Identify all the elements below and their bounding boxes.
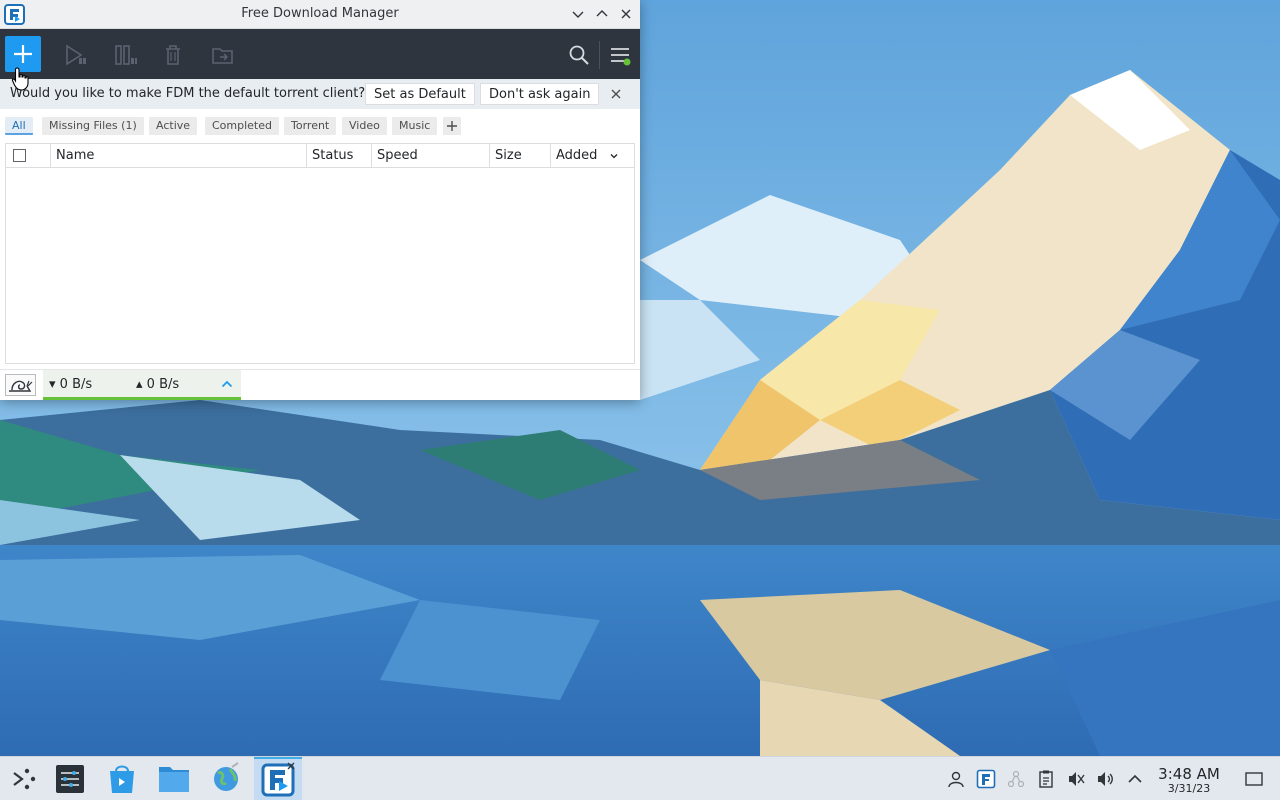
snail-icon xyxy=(9,380,33,392)
system-settings-icon xyxy=(56,765,84,793)
filter-missing-files[interactable]: Missing Files (1) xyxy=(42,117,144,135)
taskbar-web-browser[interactable] xyxy=(202,757,250,800)
column-added[interactable]: Added xyxy=(551,144,634,168)
taskbar-free-download-manager[interactable] xyxy=(254,757,302,800)
delete-button[interactable] xyxy=(160,43,186,67)
resume-icon xyxy=(66,44,86,66)
clipboard-icon[interactable] xyxy=(1036,769,1056,789)
downloads-table: Name Status Speed Size Added xyxy=(5,143,635,364)
microphone-muted-icon[interactable] xyxy=(1066,769,1086,789)
move-folder-icon xyxy=(212,48,233,64)
add-filter-button[interactable] xyxy=(443,117,461,135)
sort-descending-icon xyxy=(610,152,618,160)
select-all-column xyxy=(6,144,51,168)
filter-active[interactable]: Active xyxy=(149,117,198,135)
show-desktop-icon[interactable] xyxy=(1244,769,1264,789)
filter-torrent[interactable]: Torrent xyxy=(284,117,337,135)
application-launcher-button[interactable] xyxy=(0,757,48,800)
upload-speed-value: 0 B/s xyxy=(146,377,180,392)
taskbar-file-manager[interactable] xyxy=(150,757,198,800)
close-icon xyxy=(611,89,621,99)
taskbar-discover[interactable] xyxy=(98,757,146,800)
title-bar[interactable]: Free Download Manager xyxy=(0,0,640,29)
menu-button[interactable] xyxy=(608,43,634,67)
fdm-taskbar-icon xyxy=(261,762,295,797)
column-speed[interactable]: Speed xyxy=(372,144,490,168)
close-notice-button[interactable] xyxy=(608,86,624,102)
filter-video[interactable]: Video xyxy=(342,117,387,135)
move-folder-button[interactable] xyxy=(210,43,236,67)
download-speed-value: 0 B/s xyxy=(59,377,93,392)
maximize-button[interactable] xyxy=(594,6,610,22)
minimize-button[interactable] xyxy=(570,6,586,22)
window-title: Free Download Manager xyxy=(241,6,399,21)
download-speed: ▾ 0 B/s xyxy=(49,377,93,392)
column-size[interactable]: Size xyxy=(490,144,551,168)
upload-speed: ▴ 0 B/s xyxy=(136,377,180,392)
filter-all[interactable]: All xyxy=(5,117,33,135)
table-body xyxy=(6,168,634,363)
fdm-tray-icon[interactable] xyxy=(976,769,996,789)
table-header: Name Status Speed Size Added xyxy=(6,144,634,168)
pause-button[interactable] xyxy=(112,43,138,67)
taskbar: 3:48 AM 3/31/23 xyxy=(0,756,1280,800)
column-name[interactable]: Name xyxy=(51,144,307,168)
folder-icon xyxy=(159,767,189,792)
default-client-notice: Would you like to make FDM the default t… xyxy=(0,79,640,109)
clock-date[interactable]: 3/31/23 xyxy=(1155,782,1223,795)
dont-ask-again-button[interactable]: Don't ask again xyxy=(480,83,600,105)
plus-icon xyxy=(447,121,457,131)
volume-icon[interactable] xyxy=(1096,769,1116,789)
search-button[interactable] xyxy=(566,43,592,67)
toolbar-separator xyxy=(599,41,600,69)
taskbar-system-settings[interactable] xyxy=(46,757,94,800)
set-as-default-button[interactable]: Set as Default xyxy=(365,83,475,105)
clock-time[interactable]: 3:48 AM xyxy=(1155,765,1223,783)
launcher-icon xyxy=(13,768,36,790)
globe-icon xyxy=(214,762,239,791)
delete-icon xyxy=(166,45,180,65)
search-icon xyxy=(569,45,589,65)
speed-indicator[interactable]: ▾ 0 B/s ▴ 0 B/s xyxy=(43,370,241,400)
status-bar: ▾ 0 B/s ▴ 0 B/s xyxy=(0,369,640,400)
resume-button[interactable] xyxy=(62,43,88,67)
column-status[interactable]: Status xyxy=(307,144,372,168)
add-download-button[interactable] xyxy=(5,36,41,72)
user-switcher-icon[interactable] xyxy=(946,769,966,789)
pause-icon xyxy=(115,45,137,65)
main-toolbar xyxy=(0,29,640,79)
filter-tabs: All Missing Files (1) Active Completed T… xyxy=(0,113,640,139)
show-hidden-icons-icon[interactable] xyxy=(1125,769,1145,789)
add-icon xyxy=(14,45,32,63)
filter-completed[interactable]: Completed xyxy=(205,117,279,135)
column-added-label: Added xyxy=(556,148,598,163)
discover-store-icon xyxy=(110,765,134,793)
menu-icon xyxy=(611,48,631,66)
fdm-window: Free Download Manager Would you like to … xyxy=(0,0,640,400)
notice-message: Would you like to make FDM the default t… xyxy=(10,86,366,101)
close-window-button[interactable] xyxy=(618,6,634,22)
filter-music[interactable]: Music xyxy=(392,117,438,135)
chevron-up-icon[interactable] xyxy=(221,379,233,389)
speed-limit-button[interactable] xyxy=(5,374,36,396)
select-all-checkbox[interactable] xyxy=(13,149,26,162)
network-disconnected-icon[interactable] xyxy=(1006,769,1026,789)
